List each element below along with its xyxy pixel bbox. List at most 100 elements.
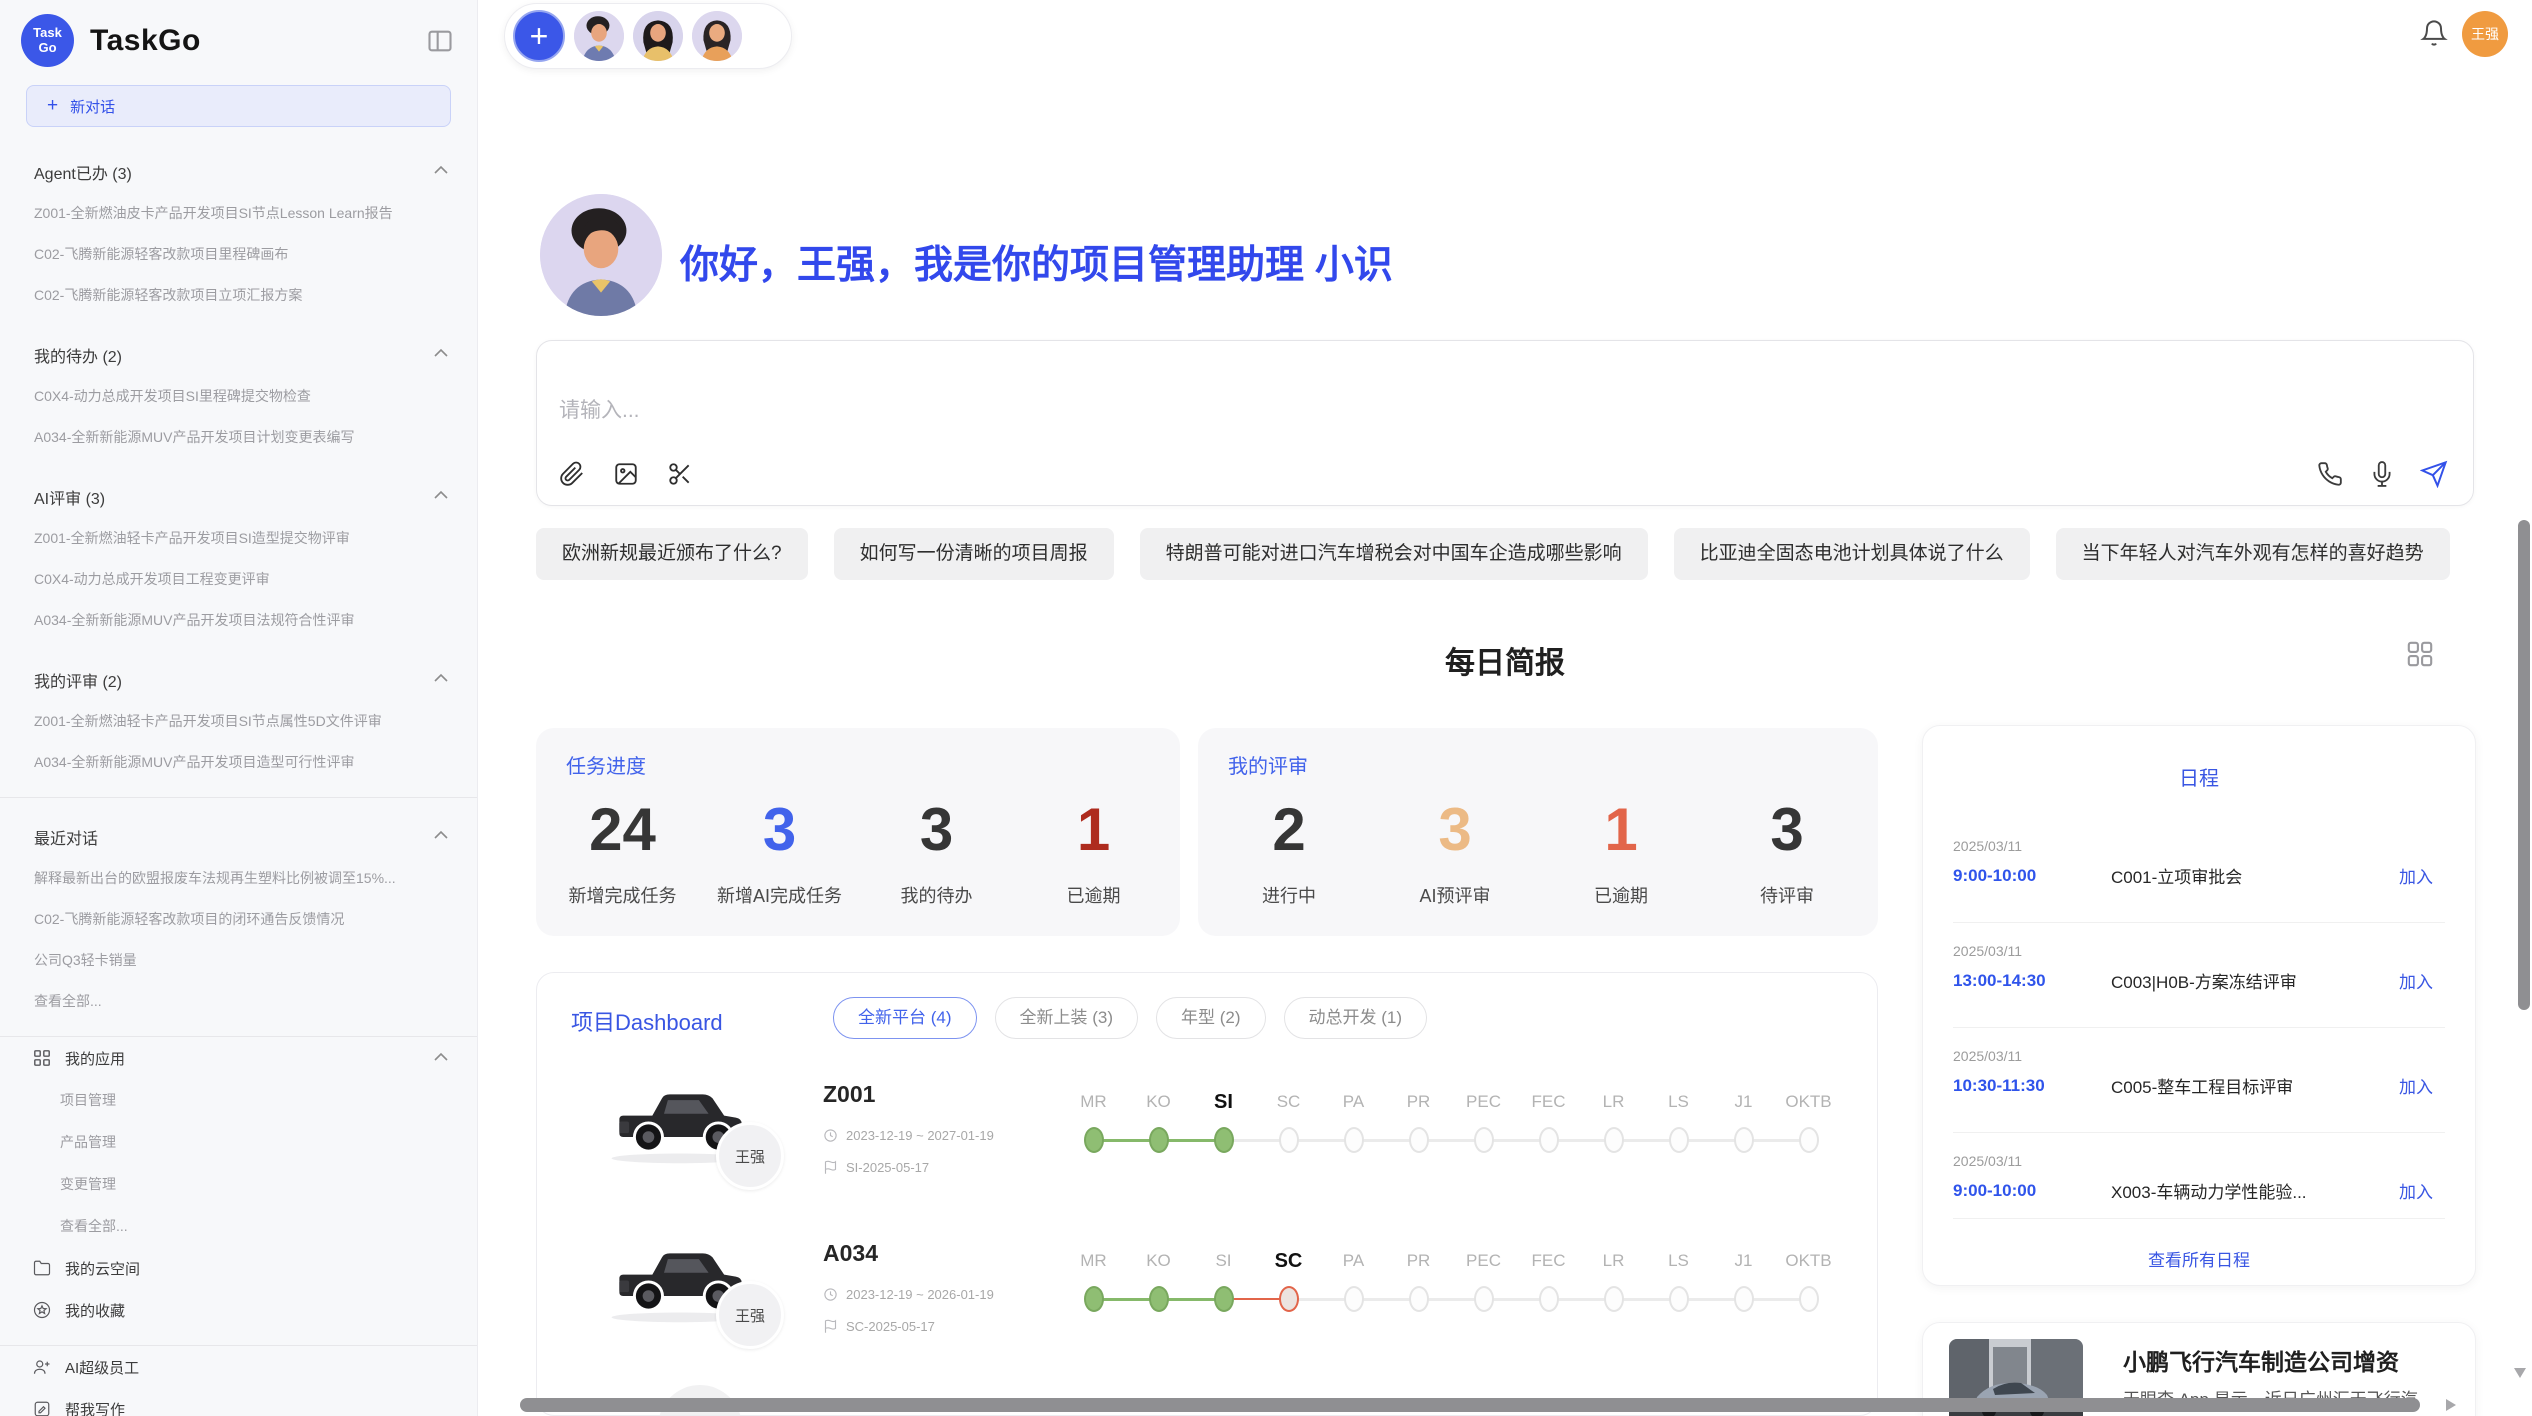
dashboard-tab[interactable]: 动总开发 (1) <box>1284 997 1428 1039</box>
flag-icon <box>823 1319 838 1334</box>
dashboard-tab[interactable]: 年型 (2) <box>1156 997 1266 1039</box>
recent-chat-item[interactable]: 查看全部... <box>0 981 477 1022</box>
scissors-icon[interactable] <box>665 459 695 489</box>
clock-icon <box>823 1128 838 1143</box>
project-row[interactable]: 王强 Z001 2023-12-19 ~ 2027-01-19 SI-2025-… <box>537 1073 1877 1253</box>
join-link[interactable]: 加入 <box>2399 1073 2445 1098</box>
dashboard-title: 项目Dashboard <box>571 1005 723 1037</box>
session-avatar-1[interactable] <box>574 11 624 61</box>
sidebar-section-header[interactable]: 我的评审 (2) <box>0 659 477 701</box>
chevron-up-icon[interactable] <box>433 346 449 364</box>
sidebar: Task Go TaskGo + 新对话 Agent已办 (3) <box>0 0 478 1416</box>
milestone-dot <box>1344 1286 1364 1312</box>
sidebar-task-item[interactable]: Z001-全新燃油轻卡产品开发项目SI造型提交物评审 <box>0 518 477 559</box>
chevron-up-icon[interactable] <box>433 163 449 181</box>
sidebar-collapse-icon[interactable] <box>423 25 457 57</box>
send-icon[interactable] <box>2419 459 2449 489</box>
briefing-card: 我的评审 2 进行中 3 AI预评审 <box>1198 728 1878 936</box>
suggestion-chip[interactable]: 欧洲新规最近颁布了什么? <box>536 528 808 580</box>
join-link[interactable]: 加入 <box>2399 1178 2445 1203</box>
join-link[interactable]: 加入 <box>2399 968 2445 993</box>
sidebar-item-cloud-space[interactable]: 我的云空间 <box>0 1247 477 1289</box>
help-write-label: 帮我写作 <box>65 1399 125 1416</box>
sidebar-task-item[interactable]: C0X4-动力总成开发项目工程变更评审 <box>0 559 477 600</box>
session-avatar-3[interactable] <box>692 11 742 61</box>
horizontal-scrollbar[interactable] <box>520 1398 2420 1412</box>
app-grid-icon <box>33 1049 51 1067</box>
app-item-label: 项目管理 <box>60 1090 116 1110</box>
chat-input[interactable] <box>559 399 1959 423</box>
sidebar-item-favorites[interactable]: 我的收藏 <box>0 1289 477 1331</box>
milestone-dot <box>1084 1286 1104 1312</box>
sidebar-task-item[interactable]: Z001-全新燃油皮卡产品开发项目SI节点Lesson Learn报告 <box>0 193 477 234</box>
notification-bell-icon[interactable] <box>2420 19 2452 51</box>
add-session-button[interactable]: + <box>513 10 565 62</box>
sidebar-task-item[interactable]: A034-全新新能源MUV产品开发项目计划变更表编写 <box>0 417 477 458</box>
sidebar-task-item[interactable]: Z001-全新燃油轻卡产品开发项目SI节点属性5D文件评审 <box>0 701 477 742</box>
recent-chat-item[interactable]: C02-飞腾新能源轻客改款项目的闭环通告反馈情况 <box>0 899 477 940</box>
milestone-label: SI <box>1191 1089 1256 1115</box>
news-title: 小鹏飞行汽车制造公司增资 <box>2123 1343 2399 1377</box>
project-row[interactable]: 王强 A034 2023-12-19 ~ 2026-01-19 SC-2025-… <box>537 1232 1877 1412</box>
new-chat-button[interactable]: + 新对话 <box>26 85 451 127</box>
sidebar-item-ai-employee[interactable]: AI超级员工 <box>0 1346 477 1388</box>
app-item[interactable]: 变更管理 <box>0 1163 477 1205</box>
join-link[interactable]: 加入 <box>2399 863 2445 888</box>
suggestion-chip[interactable]: 当下年轻人对汽车外观有怎样的喜好趋势 <box>2056 528 2450 580</box>
stat-item: 1 已逾期 <box>1538 784 1704 908</box>
recent-chats-header[interactable]: 最近对话 <box>0 816 477 858</box>
plus-icon: + <box>47 95 58 117</box>
app-item[interactable]: 产品管理 <box>0 1121 477 1163</box>
user-avatar[interactable]: 王强 <box>2462 11 2508 57</box>
sidebar-task-item[interactable]: C02-飞腾新能源轻客改款项目立项汇报方案 <box>0 275 477 316</box>
view-all-schedule-link[interactable]: 查看所有日程 <box>1923 1246 2475 1271</box>
sidebar-task-item[interactable]: A034-全新新能源MUV产品开发项目造型可行性评审 <box>0 742 477 783</box>
recent-chat-item[interactable]: 公司Q3轻卡销量 <box>0 940 477 981</box>
recent-chat-item[interactable]: 解释最新出台的欧盟报废车法规再生塑料比例被调至15%... <box>0 858 477 899</box>
flag-icon <box>823 1160 838 1175</box>
app-item[interactable]: 查看全部... <box>0 1205 477 1247</box>
app-item[interactable]: 项目管理 <box>0 1079 477 1121</box>
milestone: J1 <box>1711 1248 1776 1312</box>
stat-item: 1 已逾期 <box>1015 784 1172 908</box>
milestone-label: PEC <box>1451 1248 1516 1274</box>
suggestion-chip[interactable]: 特朗普可能对进口汽车增税会对中国车企造成哪些影响 <box>1140 528 1648 580</box>
chevron-up-icon[interactable] <box>433 1050 449 1067</box>
sidebar-section-header[interactable]: AI评审 (3) <box>0 476 477 518</box>
milestone: PEC <box>1451 1089 1516 1153</box>
stat-item: 24 新增完成任务 <box>544 784 701 908</box>
sidebar-item-help-write[interactable]: 帮我写作 <box>0 1388 477 1416</box>
app-item-label: 产品管理 <box>60 1132 116 1152</box>
stat-value: 3 <box>701 784 858 876</box>
vertical-scrollbar[interactable] <box>2518 520 2530 1010</box>
milestone-dot <box>1279 1127 1299 1153</box>
sidebar-task-item[interactable]: C02-飞腾新能源轻客改款项目里程碑画布 <box>0 234 477 275</box>
image-icon[interactable] <box>611 459 641 489</box>
sidebar-item-my-apps[interactable]: 我的应用 <box>0 1037 477 1079</box>
milestone-label: LS <box>1646 1248 1711 1274</box>
milestone-label: PR <box>1386 1248 1451 1274</box>
chevron-up-icon[interactable] <box>433 671 449 689</box>
suggestion-chip[interactable]: 比亚迪全固态电池计划具体说了什么 <box>1674 528 2030 580</box>
mic-icon[interactable] <box>2367 459 2397 489</box>
scroll-right-arrow-icon[interactable] <box>2446 1399 2456 1411</box>
dashboard-tab[interactable]: 全新上装 (3) <box>995 997 1139 1039</box>
apps-list: 项目管理 产品管理 变更管理 查看全部... <box>0 1079 477 1247</box>
sidebar-task-item[interactable]: A034-全新新能源MUV产品开发项目法规符合性评审 <box>0 600 477 641</box>
dashboard-tab[interactable]: 全新平台 (4) <box>833 997 977 1039</box>
section-title: AI评审 (3) <box>34 485 105 509</box>
suggestion-chip[interactable]: 如何写一份清晰的项目周报 <box>834 528 1114 580</box>
phone-icon[interactable] <box>2315 459 2345 489</box>
sidebar-section-header[interactable]: 我的待办 (2) <box>0 334 477 376</box>
attachment-icon[interactable] <box>557 459 587 489</box>
chevron-up-icon[interactable] <box>433 828 449 846</box>
chevron-up-icon[interactable] <box>433 488 449 506</box>
sidebar-section-header[interactable]: Agent已办 (3) <box>0 151 477 193</box>
scroll-down-arrow-icon[interactable] <box>2514 1368 2526 1378</box>
briefing-card-title: 任务进度 <box>566 750 646 779</box>
session-avatar-2[interactable] <box>633 11 683 61</box>
divider <box>1953 1132 2445 1133</box>
layout-grid-icon[interactable] <box>2406 640 2436 670</box>
sidebar-task-item[interactable]: C0X4-动力总成开发项目SI里程碑提交物检查 <box>0 376 477 417</box>
briefing-cards: 任务进度 24 新增完成任务 3 新增AI完成任务 <box>536 728 1878 936</box>
